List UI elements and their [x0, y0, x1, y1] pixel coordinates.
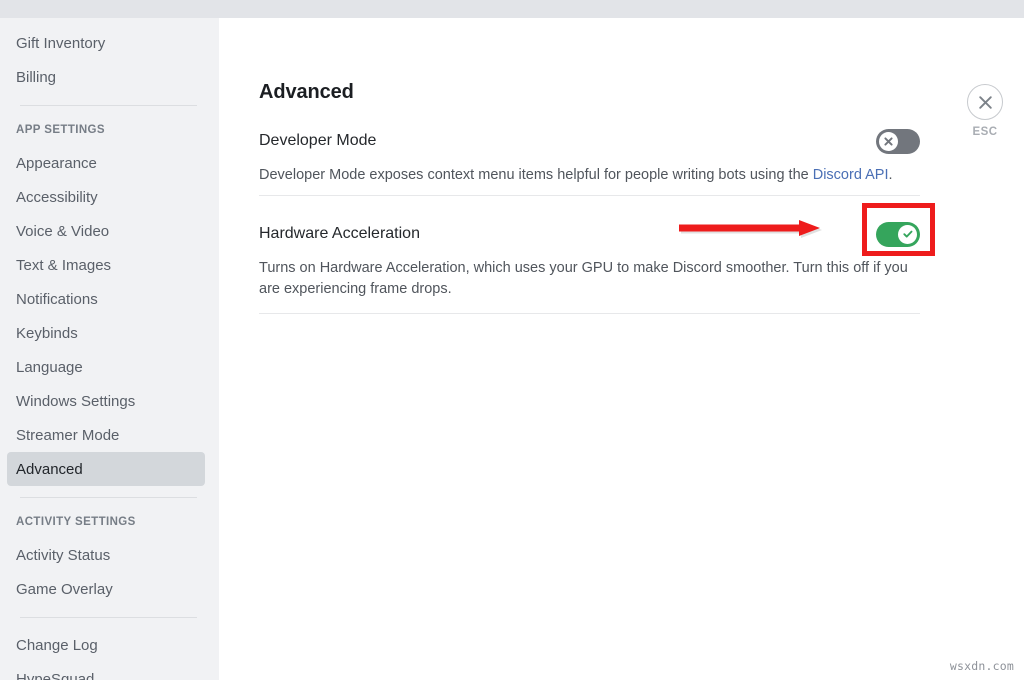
sidebar-item-language[interactable]: Language	[7, 350, 205, 384]
setting-developer-mode-description-tail: .	[888, 167, 893, 183]
sidebar-divider-2	[20, 497, 197, 498]
close-x-icon	[967, 84, 1003, 120]
close-esc-label: ESC	[972, 126, 998, 138]
setting-hardware-acceleration-description: Turns on Hardware Acceleration, which us…	[259, 260, 908, 298]
setting-developer-mode-label: Developer Mode	[259, 132, 377, 149]
setting-developer-mode-description-text: Developer Mode exposes context menu item…	[259, 167, 813, 183]
sidebar-group-activity-settings: ACTIVITY SETTINGS Activity Status Game O…	[0, 508, 219, 606]
sidebar-item-advanced[interactable]: Advanced	[7, 452, 205, 486]
sidebar-divider-3	[20, 617, 197, 618]
setting-hardware-acceleration-label: Hardware Acceleration	[259, 225, 420, 242]
sidebar-item-billing[interactable]: Billing	[7, 60, 205, 94]
close-settings-button[interactable]: ESC	[957, 84, 1013, 138]
sidebar-item-voice-and-video[interactable]: Voice & Video	[7, 214, 205, 248]
cross-icon	[879, 131, 898, 151]
sidebar-item-hypesquad[interactable]: HypeSquad	[7, 662, 205, 680]
discord-api-link[interactable]: Discord API	[813, 167, 889, 183]
content-divider-1	[259, 195, 920, 196]
sidebar-item-windows-settings[interactable]: Windows Settings	[7, 384, 205, 418]
settings-content-panel: Advanced ESC Developer Mode Developer Mo…	[219, 18, 1024, 680]
developer-mode-toggle[interactable]	[876, 128, 920, 154]
sidebar-header-activity-settings: ACTIVITY SETTINGS	[16, 516, 136, 528]
sidebar-item-notifications[interactable]: Notifications	[7, 282, 205, 316]
sidebar-divider-1	[20, 105, 197, 106]
sidebar-item-appearance[interactable]: Appearance	[7, 146, 205, 180]
sidebar-item-text-and-images[interactable]: Text & Images	[7, 248, 205, 282]
sidebar-item-gift-inventory[interactable]: Gift Inventory	[7, 26, 205, 60]
sidebar-item-game-overlay[interactable]: Game Overlay	[7, 572, 205, 606]
setting-developer-mode-description: Developer Mode exposes context menu item…	[259, 165, 920, 186]
window-title-bar	[0, 0, 1024, 18]
sidebar-item-keybinds[interactable]: Keybinds	[7, 316, 205, 350]
sidebar-group-misc: Change Log HypeSquad	[0, 628, 219, 680]
setting-hardware-acceleration-header: Hardware Acceleration	[259, 221, 920, 247]
page-title: Advanced	[259, 81, 354, 103]
setting-developer-mode-header: Developer Mode	[259, 128, 920, 154]
setting-hardware-acceleration: Hardware Acceleration Turns on Hardware …	[259, 221, 920, 301]
check-icon	[898, 224, 917, 244]
sidebar-item-accessibility[interactable]: Accessibility	[7, 180, 205, 214]
watermark: wsxdn.com	[949, 659, 1014, 673]
content-divider-2	[259, 313, 920, 314]
settings-window: Gift Inventory Billing APP SETTINGS Appe…	[0, 0, 1024, 680]
sidebar-item-streamer-mode[interactable]: Streamer Mode	[7, 418, 205, 452]
sidebar-group-account: Gift Inventory Billing	[0, 26, 219, 94]
sidebar-header-app-settings: APP SETTINGS	[16, 124, 105, 136]
settings-sidebar: Gift Inventory Billing APP SETTINGS Appe…	[0, 18, 219, 680]
sidebar-item-change-log[interactable]: Change Log	[7, 628, 205, 662]
setting-developer-mode: Developer Mode Developer Mode exposes co…	[259, 128, 920, 186]
sidebar-group-app-settings: APP SETTINGS Appearance Accessibility Vo…	[0, 116, 219, 486]
sidebar-item-activity-status[interactable]: Activity Status	[7, 538, 205, 572]
hardware-acceleration-toggle[interactable]	[876, 221, 920, 247]
